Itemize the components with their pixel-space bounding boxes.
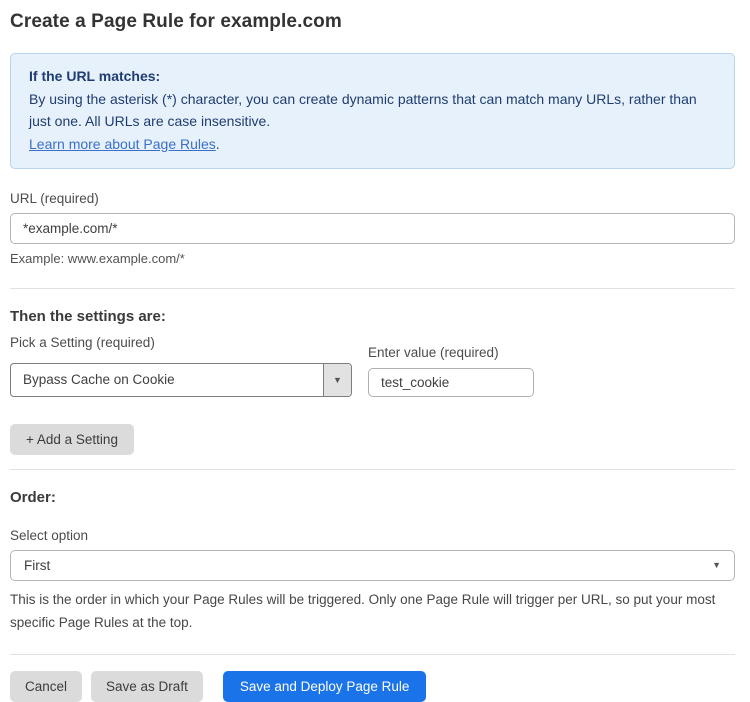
order-section-heading: Order: [10, 489, 735, 506]
setting-picker-selected-value: Bypass Cache on Cookie [11, 364, 323, 396]
order-select[interactable]: First ▼ [10, 550, 735, 581]
url-input[interactable] [10, 213, 735, 244]
divider [10, 469, 735, 470]
save-deploy-button[interactable]: Save and Deploy Page Rule [223, 671, 427, 702]
info-box-link-line: Learn more about Page Rules. [29, 133, 716, 156]
caret-down-icon: ▼ [712, 560, 721, 570]
learn-more-link[interactable]: Learn more about Page Rules [29, 136, 216, 152]
setting-value-input[interactable] [368, 368, 534, 397]
setting-picker-select[interactable]: Bypass Cache on Cookie ▼ [10, 363, 352, 397]
order-select-label: Select option [10, 528, 735, 543]
link-period: . [216, 136, 220, 152]
cancel-button[interactable]: Cancel [10, 671, 82, 702]
form-actions: Cancel Save as Draft Save and Deploy Pag… [10, 671, 735, 702]
create-page-rule-form: Create a Page Rule for example.com If th… [0, 0, 750, 688]
setting-value-label: Enter value (required) [368, 345, 534, 360]
settings-section-heading: Then the settings are: [10, 308, 735, 325]
chevron-down-icon[interactable]: ▼ [323, 364, 351, 396]
divider [10, 654, 735, 655]
info-box-heading: If the URL matches: [29, 65, 716, 88]
setting-picker-label: Pick a Setting (required) [10, 335, 352, 350]
order-selected-value: First [24, 558, 50, 573]
order-description: This is the order in which your Page Rul… [10, 589, 735, 635]
setting-picker-column: Pick a Setting (required) Bypass Cache o… [10, 335, 352, 397]
divider [10, 288, 735, 289]
save-draft-button[interactable]: Save as Draft [91, 671, 203, 702]
setting-value-column: Enter value (required) [368, 345, 534, 397]
url-match-info-box: If the URL matches: By using the asteris… [10, 53, 735, 169]
page-title: Create a Page Rule for example.com [10, 11, 735, 33]
url-label: URL (required) [10, 191, 735, 206]
url-example-text: Example: www.example.com/* [10, 251, 735, 266]
settings-row: Pick a Setting (required) Bypass Cache o… [10, 335, 735, 397]
info-box-body: By using the asterisk (*) character, you… [29, 88, 716, 133]
add-setting-button[interactable]: + Add a Setting [10, 424, 134, 455]
